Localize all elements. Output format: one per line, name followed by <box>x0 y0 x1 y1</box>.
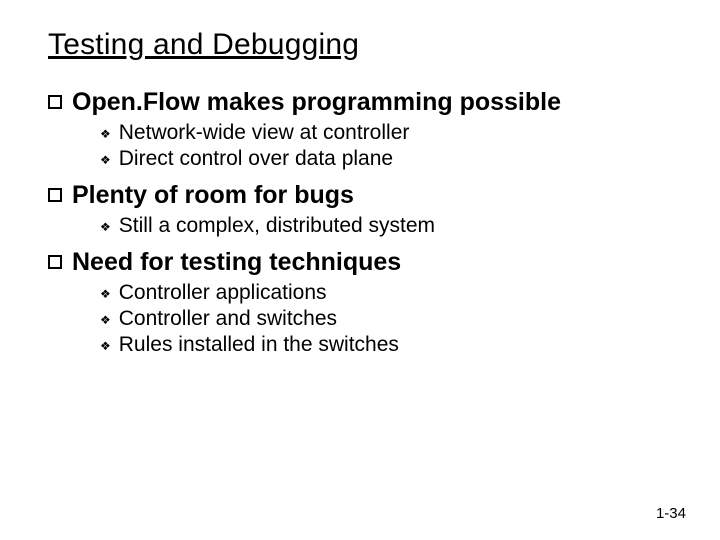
subbullet-text: Controller applications <box>119 281 327 305</box>
bullet-level1: Need for testing techniques <box>48 248 672 277</box>
diamond-bullet-icon: ❖ <box>100 127 111 142</box>
diamond-bullet-icon: ❖ <box>100 339 111 354</box>
subbullet-text: Network-wide view at controller <box>119 121 410 145</box>
bullet-level1: Plenty of room for bugs <box>48 181 672 210</box>
page-number: 1-34 <box>656 505 686 522</box>
square-bullet-icon <box>48 95 62 109</box>
bullet-text: Need for testing techniques <box>72 248 401 277</box>
subbullet-text: Rules installed in the switches <box>119 333 399 357</box>
square-bullet-icon <box>48 188 62 202</box>
slide: Testing and Debugging Open.Flow makes pr… <box>0 0 720 540</box>
diamond-bullet-icon: ❖ <box>100 313 111 328</box>
diamond-bullet-icon: ❖ <box>100 220 111 235</box>
bullet-text: Plenty of room for bugs <box>72 181 354 210</box>
square-bullet-icon <box>48 255 62 269</box>
bullet-level2: ❖ Controller applications <box>100 281 672 305</box>
bullet-level1: Open.Flow makes programming possible <box>48 88 672 117</box>
subbullet-text: Controller and switches <box>119 307 337 331</box>
bullet-level2: ❖ Network-wide view at controller <box>100 121 672 145</box>
subbullet-text: Still a complex, distributed system <box>119 214 435 238</box>
bullet-level2: ❖ Direct control over data plane <box>100 147 672 171</box>
subbullet-text: Direct control over data plane <box>119 147 393 171</box>
slide-title: Testing and Debugging <box>48 28 672 62</box>
bullet-text: Open.Flow makes programming possible <box>72 88 561 117</box>
diamond-bullet-icon: ❖ <box>100 287 111 302</box>
bullet-level2: ❖ Rules installed in the switches <box>100 333 672 357</box>
diamond-bullet-icon: ❖ <box>100 153 111 168</box>
bullet-level2: ❖ Controller and switches <box>100 307 672 331</box>
bullet-level2: ❖ Still a complex, distributed system <box>100 214 672 238</box>
